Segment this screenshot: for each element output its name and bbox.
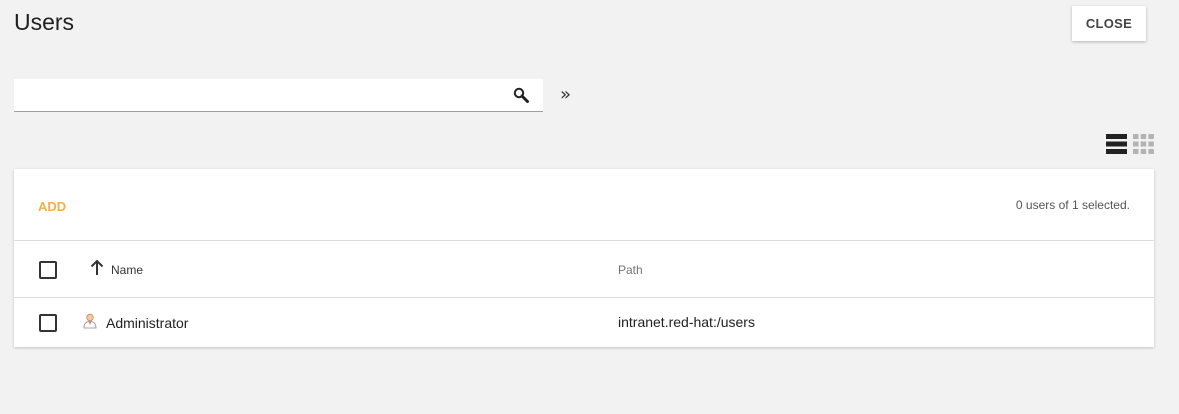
page-title: Users — [14, 9, 75, 35]
search-icon[interactable] — [513, 87, 529, 103]
column-header-name[interactable]: Name — [111, 263, 143, 277]
grid-view-icon[interactable] — [1133, 134, 1154, 154]
list-view-icon[interactable] — [1106, 134, 1127, 154]
user-icon — [83, 313, 97, 329]
sort-ascending-icon[interactable] — [90, 259, 104, 275]
users-panel: ADD 0 users of 1 selected. Name Path Adm… — [14, 169, 1154, 347]
row-checkbox[interactable] — [39, 314, 57, 332]
table-header: Name Path — [14, 241, 1154, 298]
panel-toolbar: ADD 0 users of 1 selected. — [14, 169, 1154, 241]
row-name[interactable]: Administrator — [106, 315, 188, 331]
select-all-checkbox[interactable] — [39, 261, 57, 279]
close-button[interactable]: CLOSE — [1072, 6, 1146, 41]
search-field — [14, 79, 543, 112]
row-path: intranet.red-hat:/users — [618, 314, 755, 330]
table-row[interactable]: Administrator intranet.red-hat:/users — [14, 298, 1154, 347]
expand-filters-icon[interactable]: » — [560, 84, 571, 105]
column-header-path[interactable]: Path — [618, 263, 643, 277]
search-input[interactable] — [14, 79, 504, 111]
selection-status: 0 users of 1 selected. — [1015, 198, 1130, 212]
add-user-button[interactable]: ADD — [38, 199, 66, 214]
